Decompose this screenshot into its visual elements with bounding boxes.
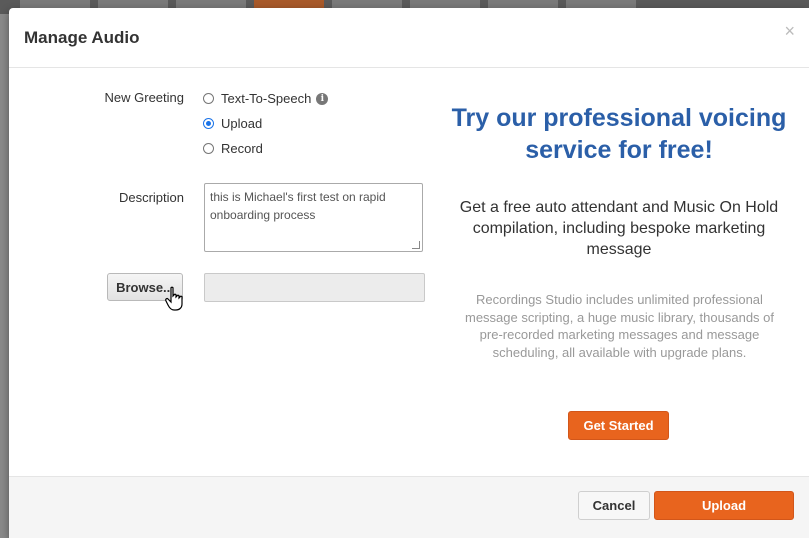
manage-audio-dialog: Manage Audio × New Greeting Text-To-Spee…	[9, 8, 809, 538]
description-label: Description	[118, 190, 184, 205]
close-icon[interactable]: ×	[784, 22, 795, 40]
dialog-title: Manage Audio	[24, 28, 140, 47]
radio-button[interactable]	[203, 93, 214, 104]
promo-headline: Try our professional voicing service for…	[451, 104, 787, 164]
radio-button[interactable]	[203, 143, 214, 154]
radio-button-selected[interactable]	[203, 118, 214, 129]
upload-button[interactable]: Upload	[654, 491, 794, 520]
file-path-field[interactable]	[204, 273, 425, 302]
cancel-button[interactable]: Cancel	[578, 491, 650, 520]
promo-subheading: Get a free auto attendant and Music On H…	[459, 199, 779, 258]
radio-label: Record	[221, 141, 263, 156]
info-icon[interactable]: i	[316, 92, 329, 105]
dialog-header: Manage Audio ×	[9, 8, 809, 68]
radio-label: Upload	[221, 116, 263, 131]
radio-text-to-speech[interactable]: Text-To-Speech i	[203, 91, 329, 106]
radio-label: Text-To-Speech	[221, 91, 312, 106]
hand-cursor-icon	[165, 286, 183, 311]
get-started-button[interactable]: Get Started	[568, 411, 669, 440]
promo-details: Recordings Studio includes unlimited pro…	[464, 292, 775, 360]
new-greeting-label: New Greeting	[104, 90, 184, 105]
radio-record[interactable]: Record	[203, 141, 263, 156]
resize-handle-icon[interactable]	[412, 241, 420, 249]
radio-upload[interactable]: Upload	[203, 116, 262, 131]
description-text: this is Michael's first test on rapid on…	[210, 190, 386, 222]
description-textarea[interactable]: this is Michael's first test on rapid on…	[204, 183, 423, 252]
